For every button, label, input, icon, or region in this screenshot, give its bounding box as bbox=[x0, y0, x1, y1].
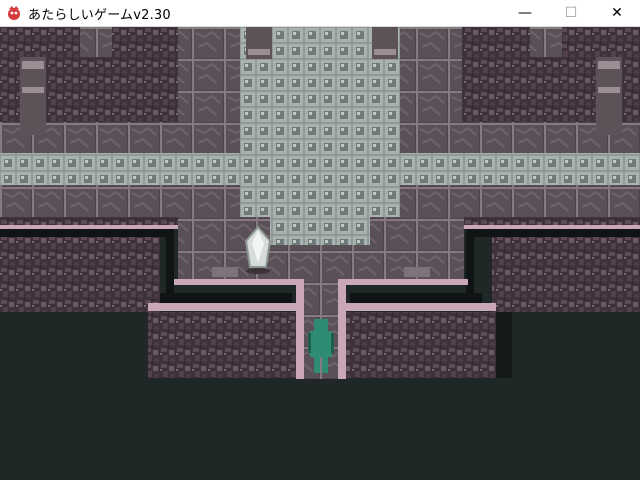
stone-plaque bbox=[212, 267, 238, 277]
game-viewport[interactable] bbox=[0, 27, 640, 480]
maximize-button[interactable]: ☐ bbox=[548, 0, 594, 26]
window-title: あたらしいゲームv2.30 bbox=[28, 7, 171, 23]
pillar-right bbox=[596, 57, 622, 135]
close-button[interactable]: ✕ bbox=[594, 0, 640, 26]
pillar-center-right bbox=[372, 27, 398, 59]
game-window: あたらしいゲームv2.30 — ☐ ✕ bbox=[0, 0, 640, 480]
stone-plaque bbox=[404, 267, 430, 277]
title-bar[interactable]: あたらしいゲームv2.30 — ☐ ✕ bbox=[0, 0, 640, 27]
app-icon bbox=[8, 6, 20, 20]
dungeon-scene bbox=[0, 27, 640, 480]
pillar-center-left bbox=[246, 27, 272, 59]
window-controls: — ☐ ✕ bbox=[502, 0, 640, 26]
pillar-left bbox=[20, 57, 46, 135]
minimize-button[interactable]: — bbox=[502, 0, 548, 26]
